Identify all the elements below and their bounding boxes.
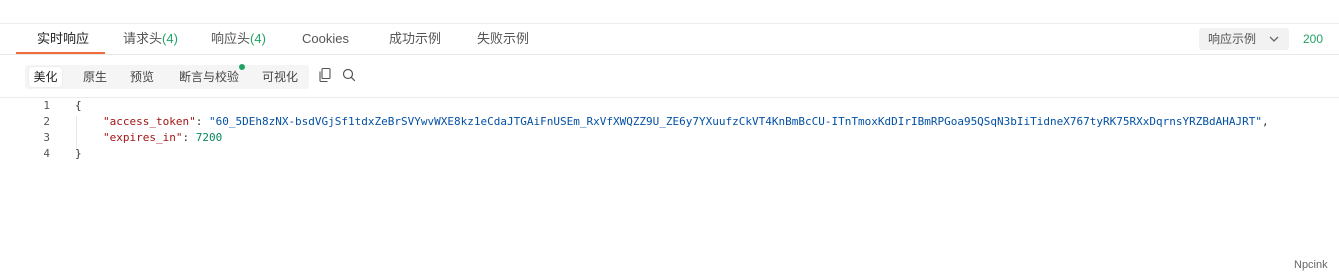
json-colon: : bbox=[195, 115, 209, 128]
json-entry-access-token: "access_token": "60_5DEh8zNX-bsdVGjSf1td… bbox=[103, 114, 1269, 130]
search-icon[interactable] bbox=[342, 67, 356, 83]
json-comma: , bbox=[1261, 115, 1269, 128]
subtab-preview[interactable]: 预览 bbox=[130, 67, 154, 87]
tab-count: (4) bbox=[250, 31, 266, 46]
tab-response-headers[interactable]: 响应头(4) bbox=[211, 24, 266, 54]
tab-count: (4) bbox=[162, 31, 178, 46]
tab-label: 请求头 bbox=[123, 31, 163, 46]
json-number-value: 7200 bbox=[195, 131, 223, 144]
subtab-visualize[interactable]: 可视化 bbox=[262, 67, 298, 87]
line-number: 1 bbox=[43, 99, 50, 112]
json-entry-expires-in: "expires_in": 7200 bbox=[103, 130, 222, 146]
view-mode-toolbar: 美化 原生 预览 断言与校验 可视化 bbox=[0, 55, 1339, 98]
response-body-editor[interactable]: 1 { 2 "access_token": "60_5DEh8zNX-bsdVG… bbox=[0, 98, 1339, 168]
tab-label: 实时响应 bbox=[37, 31, 90, 46]
subtab-label: 美化 bbox=[33, 70, 58, 84]
subtab-beautify[interactable]: 美化 bbox=[29, 67, 62, 87]
json-colon: : bbox=[182, 131, 196, 144]
tab-label: 失败示例 bbox=[477, 31, 530, 46]
tab-success-example[interactable]: 成功示例 bbox=[389, 24, 441, 54]
view-mode-segmented: 美化 原生 预览 断言与校验 可视化 bbox=[25, 64, 309, 89]
status-code: 200 bbox=[1303, 32, 1324, 46]
tab-request-headers[interactable]: 请求头(4) bbox=[123, 24, 178, 54]
watermark: Npcink bbox=[1294, 259, 1328, 271]
close-brace: } bbox=[75, 147, 82, 160]
tab-label: 响应头 bbox=[211, 31, 251, 46]
json-key: "access_token" bbox=[103, 115, 196, 128]
tab-realtime-response[interactable]: 实时响应 bbox=[37, 24, 89, 54]
top-band bbox=[0, 0, 1339, 24]
line-number: 3 bbox=[43, 131, 50, 144]
response-example-select[interactable]: 响应示例 bbox=[1199, 28, 1289, 50]
open-brace: { bbox=[75, 99, 82, 112]
subtab-raw[interactable]: 原生 bbox=[83, 67, 107, 87]
subtab-label: 可视化 bbox=[262, 70, 299, 84]
code-line: 2 "access_token": "60_5DEh8zNX-bsdVGjSf1… bbox=[0, 114, 1339, 130]
chevron-down-icon bbox=[1267, 28, 1281, 50]
tab-failure-example[interactable]: 失败示例 bbox=[477, 24, 529, 54]
subtab-label: 断言与校验 bbox=[179, 70, 240, 84]
json-string-value: "60_5DEh8zNX-bsdVGjSf1tdxZeBrSVYwvWXE8kz… bbox=[208, 115, 1262, 128]
active-tab-indicator bbox=[16, 52, 105, 54]
subtab-label: 预览 bbox=[130, 70, 155, 84]
code-line: 4 } bbox=[0, 146, 1339, 162]
code-line: 3 "expires_in": 7200 bbox=[0, 130, 1339, 146]
line-number: 2 bbox=[43, 115, 50, 128]
copy-icon[interactable] bbox=[318, 67, 332, 83]
code-line: 1 { bbox=[0, 98, 1339, 114]
response-example-label: 响应示例 bbox=[1208, 32, 1257, 46]
subtab-assertions[interactable]: 断言与校验 bbox=[179, 67, 239, 87]
assertion-status-dot bbox=[239, 64, 245, 70]
tab-label: 成功示例 bbox=[389, 31, 442, 46]
response-tabs: 实时响应 请求头(4) 响应头(4) Cookies 成功示例 失败示例 响应示… bbox=[0, 24, 1339, 55]
tab-label: Cookies bbox=[302, 31, 349, 46]
line-number: 4 bbox=[43, 147, 50, 160]
json-key: "expires_in" bbox=[103, 131, 183, 144]
subtab-label: 原生 bbox=[83, 70, 108, 84]
tab-cookies[interactable]: Cookies bbox=[302, 24, 349, 54]
